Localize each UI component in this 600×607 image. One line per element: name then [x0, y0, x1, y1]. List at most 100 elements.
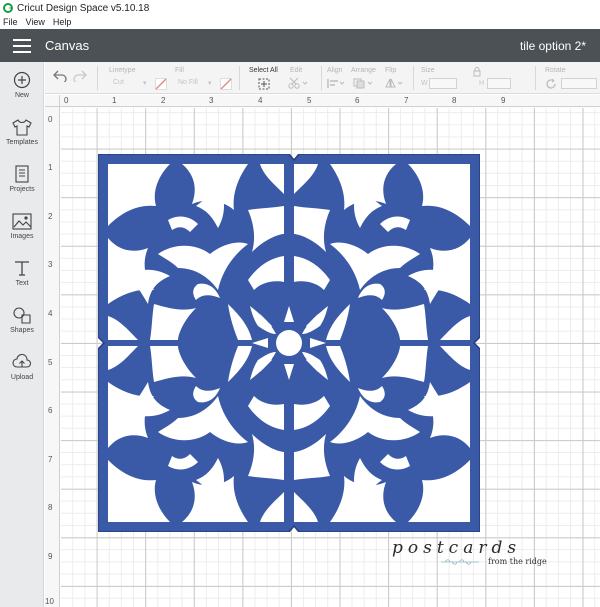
cricut-logo-icon — [3, 3, 13, 13]
sidebar-item-label: Templates — [6, 139, 38, 146]
sidebar-item-text[interactable]: Text — [0, 258, 44, 298]
redo-icon[interactable] — [73, 70, 87, 82]
scissors-icon — [288, 77, 308, 89]
rotate-label: Rotate — [545, 67, 566, 74]
linetype-value: Cut — [113, 79, 124, 86]
chevron-down-icon: ▾ — [143, 80, 147, 87]
lock-icon[interactable] — [473, 67, 481, 77]
tile-design[interactable] — [97, 153, 481, 533]
ruler-tick-label: 1 — [112, 96, 117, 105]
size-width-label: W — [421, 80, 428, 87]
projects-icon — [12, 164, 32, 184]
size-control: Size W H — [421, 62, 511, 94]
ruler-tick-label: 7 — [48, 455, 53, 464]
hamburger-menu-icon[interactable] — [13, 38, 31, 53]
size-height-label: H — [479, 80, 485, 87]
sidebar-item-label: Text — [15, 280, 29, 287]
upload-icon — [12, 352, 32, 372]
ruler-tick-label: 4 — [258, 96, 263, 105]
edit-toolbar: Linetype Cut ▾ Fill No Fill ▾ Select All… — [45, 62, 600, 94]
sidebar-item-label: Upload — [10, 374, 34, 381]
tile-artwork — [97, 153, 481, 533]
arrange-label: Arrange — [351, 67, 376, 74]
ruler-corner — [45, 95, 60, 107]
ruler-tick-label: 0 — [48, 115, 53, 124]
watermark-tagline: from the ridge — [488, 557, 547, 566]
menu-bar: File View Help — [0, 16, 600, 28]
linetype-color-swatch[interactable] — [155, 62, 167, 94]
image-icon — [12, 211, 32, 231]
fill-color-swatch[interactable] — [220, 62, 232, 94]
app-header: Canvas tile option 2* — [0, 29, 600, 62]
shapes-icon — [12, 305, 32, 325]
select-all-label: Select All — [249, 67, 278, 74]
menu-help[interactable]: Help — [53, 17, 72, 27]
menu-view[interactable]: View — [26, 17, 45, 27]
leaf-vine-icon — [441, 559, 479, 565]
flip-icon — [385, 78, 403, 88]
chevron-down-icon: ▾ — [208, 80, 212, 87]
watermark-script: postcards — [392, 538, 522, 558]
ruler-tick-label: 5 — [48, 358, 53, 367]
ruler-tick-label: 8 — [48, 503, 53, 512]
left-ruler: 0 1 2 3 4 5 6 7 8 9 10 — [45, 107, 60, 607]
edit-control[interactable]: Edit — [288, 62, 318, 94]
menu-file[interactable]: File — [3, 17, 18, 27]
align-icon — [327, 79, 345, 88]
ruler-tick-label: 1 — [48, 163, 53, 172]
edit-label: Edit — [290, 67, 303, 74]
postcards-watermark: postcards from the ridge — [380, 538, 570, 568]
size-width-input[interactable] — [429, 78, 457, 89]
rotate-input[interactable] — [561, 78, 597, 89]
linetype-label: Linetype — [109, 67, 136, 74]
ruler-tick-label: 4 — [48, 309, 53, 318]
sidebar-item-projects[interactable]: Projects — [0, 164, 44, 204]
rotate-icon — [546, 78, 556, 89]
ruler-tick-label: 0 — [64, 96, 69, 105]
flip-label: Flip — [385, 67, 397, 74]
ruler-tick-label: 10 — [45, 597, 54, 606]
page-title: Canvas — [45, 38, 90, 53]
sidebar-item-new[interactable]: New — [0, 70, 44, 110]
ruler-tick-label: 9 — [48, 552, 53, 561]
sidebar-item-upload[interactable]: Upload — [0, 352, 44, 392]
undo-icon[interactable] — [53, 70, 67, 82]
sidebar-item-label: Shapes — [10, 327, 34, 334]
arrange-control[interactable]: Arrange — [351, 62, 387, 94]
ruler-tick-label: 6 — [355, 96, 360, 105]
left-sidebar: New Templates Projects Images Text Shape… — [0, 62, 44, 607]
ruler-tick-label: 2 — [161, 96, 166, 105]
size-height-input[interactable] — [487, 78, 511, 89]
sidebar-item-label: New — [14, 92, 29, 99]
fill-label: Fill — [175, 67, 184, 74]
window-titlebar: Cricut Design Space v5.10.18 — [0, 0, 600, 16]
ruler-tick-label: 3 — [209, 96, 214, 105]
ruler-tick-label: 7 — [404, 96, 409, 105]
select-all-icon — [258, 78, 270, 90]
sidebar-item-shapes[interactable]: Shapes — [0, 305, 44, 345]
flip-control[interactable]: Flip — [385, 62, 409, 94]
sidebar-item-label: Projects — [9, 186, 35, 193]
linetype-control[interactable]: Linetype Cut ▾ — [109, 62, 161, 94]
rotate-control: Rotate — [545, 62, 600, 94]
sidebar-item-label: Images — [10, 233, 34, 240]
plus-circle-icon — [12, 70, 32, 90]
project-name[interactable]: tile option 2* — [520, 39, 586, 53]
top-ruler: 0 1 2 3 4 5 6 7 8 9 — [60, 95, 600, 107]
ruler-tick-label: 2 — [48, 212, 53, 221]
ruler-tick-label: 9 — [501, 96, 506, 105]
shirt-icon — [12, 117, 32, 137]
size-label: Size — [421, 67, 435, 74]
ruler-tick-label: 8 — [452, 96, 457, 105]
text-icon — [12, 258, 32, 278]
sidebar-item-templates[interactable]: Templates — [0, 117, 44, 157]
ruler-tick-label: 3 — [48, 260, 53, 269]
arrange-icon — [353, 78, 373, 89]
sidebar-item-images[interactable]: Images — [0, 211, 44, 251]
window-title: Cricut Design Space v5.10.18 — [17, 2, 150, 14]
fill-value: No Fill — [178, 79, 198, 86]
undo-redo-group — [53, 62, 89, 94]
select-all-button[interactable]: Select All — [249, 62, 283, 94]
ruler-tick-label: 5 — [307, 96, 312, 105]
align-label: Align — [327, 67, 343, 74]
